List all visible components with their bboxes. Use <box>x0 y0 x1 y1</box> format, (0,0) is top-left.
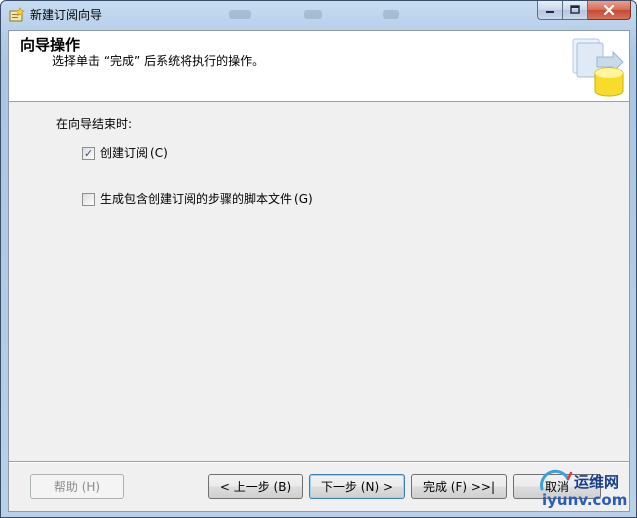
option-accelerator: (G) <box>294 192 313 206</box>
checkmark-icon: ✓ <box>84 146 94 160</box>
create-subscription-option[interactable]: ✓ 创建订阅 (C) <box>82 145 168 161</box>
option-label: 创建订阅 <box>100 146 149 160</box>
page-subtitle: 选择单击 “完成” 后系统将执行的操作。 <box>52 54 265 68</box>
close-icon <box>603 5 615 15</box>
maximize-icon <box>570 5 580 14</box>
help-button[interactable]: 帮助 (H) <box>30 474 124 499</box>
next-button[interactable]: 下一步 (N) > <box>309 474 405 499</box>
wizard-window: 新建订阅向导 向导操作 选择单击 “完成” 后系统将执行的操作。 在向导结束时:… <box>0 0 637 518</box>
window-title: 新建订阅向导 <box>30 8 103 22</box>
caption-buttons <box>537 1 631 21</box>
blurred-tab <box>383 10 399 19</box>
button-bar-divider <box>9 461 629 463</box>
create-subscription-checkbox[interactable]: ✓ <box>82 146 95 160</box>
close-button[interactable] <box>588 1 631 20</box>
wizard-app-icon <box>9 7 25 23</box>
watermark-en-text: iyunv.com <box>542 491 628 509</box>
finish-button[interactable]: 完成 (F) >>| <box>411 474 507 499</box>
option-label: 生成包含创建订阅的步骤的脚本文件 <box>100 192 293 206</box>
page-title: 向导操作 <box>20 36 81 54</box>
blurred-tab <box>304 10 322 19</box>
generate-script-checkbox[interactable] <box>82 192 95 206</box>
minimize-icon <box>546 11 554 13</box>
generate-script-option[interactable]: 生成包含创建订阅的步骤的脚本文件 (G) <box>82 191 313 207</box>
watermark: 运维网 iyunv.com <box>534 467 634 513</box>
maximize-button[interactable] <box>563 1 588 20</box>
title-bar[interactable]: 新建订阅向导 <box>1 1 636 30</box>
wizard-header: 向导操作 选择单击 “完成” 后系统将执行的操作。 <box>9 31 629 102</box>
section-label: 在向导结束时: <box>56 117 133 131</box>
blurred-tab <box>229 10 251 19</box>
wizard-database-icon <box>569 33 627 99</box>
minimize-button[interactable] <box>537 1 563 20</box>
option-accelerator: (C) <box>150 146 168 160</box>
wizard-client-area: 向导操作 选择单击 “完成” 后系统将执行的操作。 在向导结束时: ✓ 创建订阅… <box>8 30 630 512</box>
watermark-cn-text: 运维网 <box>574 473 620 491</box>
back-button[interactable]: < 上一步 (B) <box>208 474 303 499</box>
